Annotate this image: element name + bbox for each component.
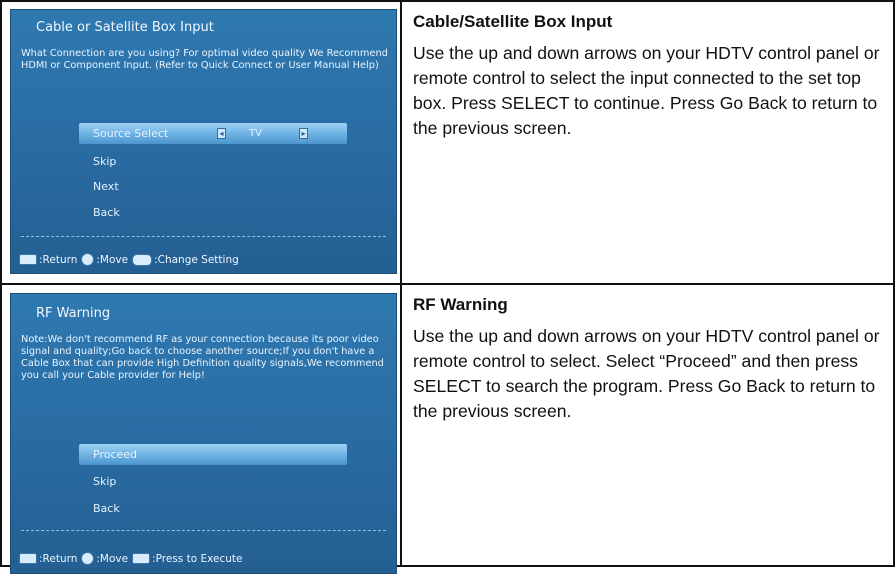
screen-description: Note:We don't recommend RF as your conne… xyxy=(21,334,384,381)
hint-move: :Move xyxy=(96,253,129,266)
right-arrow-icon[interactable]: ▸ xyxy=(299,128,308,139)
up-down-key-icon xyxy=(81,253,95,266)
menu-key-icon xyxy=(19,254,37,265)
manual-table: Cable or Satellite Box Input What Connec… xyxy=(0,0,895,574)
enter-key-icon xyxy=(132,553,151,564)
section-body: Use the up and down arrows on your HDTV … xyxy=(413,326,880,421)
menu-item-label: Proceed xyxy=(93,448,138,461)
menu-item-label: Back xyxy=(93,502,120,515)
screen-cell-2: RF Warning Note:We don't recommend RF as… xyxy=(2,285,402,574)
source-value: TV xyxy=(249,128,262,139)
tv-screen-rf-warning: RF Warning Note:We don't recommend RF as… xyxy=(10,293,397,574)
menu-key-icon xyxy=(19,553,37,564)
description-cell-1: Cable/Satellite Box Input Use the up and… xyxy=(402,2,893,285)
menu-item-label: Skip xyxy=(93,155,117,168)
menu-item-label: Next xyxy=(93,180,119,193)
section-body: Use the up and down arrows on your HDTV … xyxy=(413,43,880,138)
up-down-key-icon xyxy=(81,552,95,565)
screen-description: What Connection are you using? For optim… xyxy=(21,48,388,71)
hint-return: :Return xyxy=(39,253,78,266)
menu-item-skip[interactable]: Skip xyxy=(79,471,347,492)
menu-item-next[interactable]: Next xyxy=(79,176,347,197)
screen-title: Cable or Satellite Box Input xyxy=(36,20,214,35)
menu-item-back[interactable]: Back xyxy=(79,202,347,223)
menu-item-source-select[interactable]: Source Select ◂ TV ▸ xyxy=(79,123,347,144)
menu-item-skip[interactable]: Skip xyxy=(79,151,347,172)
divider xyxy=(21,530,386,531)
menu-item-proceed[interactable]: Proceed xyxy=(79,444,347,465)
left-right-key-icon xyxy=(132,253,153,266)
menu-item-label: Back xyxy=(93,206,120,219)
left-arrow-icon[interactable]: ◂ xyxy=(217,128,226,139)
menu-item-label: Skip xyxy=(93,475,117,488)
menu-item-back[interactable]: Back xyxy=(79,498,347,519)
hint-change-setting: :Change Setting xyxy=(154,253,239,266)
divider xyxy=(21,236,386,237)
hint-execute: :Press to Execute xyxy=(152,552,243,565)
section-heading: Cable/Satellite Box Input xyxy=(413,12,613,31)
section-heading: RF Warning xyxy=(413,295,508,314)
menu-item-label: Source Select xyxy=(93,127,169,140)
hint-bar: :Return :Move :Change Setting xyxy=(19,253,239,266)
screen-cell-1: Cable or Satellite Box Input What Connec… xyxy=(2,2,402,285)
hint-bar: :Return :Move :Press to Execute xyxy=(19,552,242,565)
hint-move: :Move xyxy=(96,552,129,565)
tv-screen-cable-satellite: Cable or Satellite Box Input What Connec… xyxy=(10,9,397,274)
hint-return: :Return xyxy=(39,552,78,565)
screen-title: RF Warning xyxy=(36,306,111,321)
description-cell-2: RF Warning Use the up and down arrows on… xyxy=(402,285,893,565)
